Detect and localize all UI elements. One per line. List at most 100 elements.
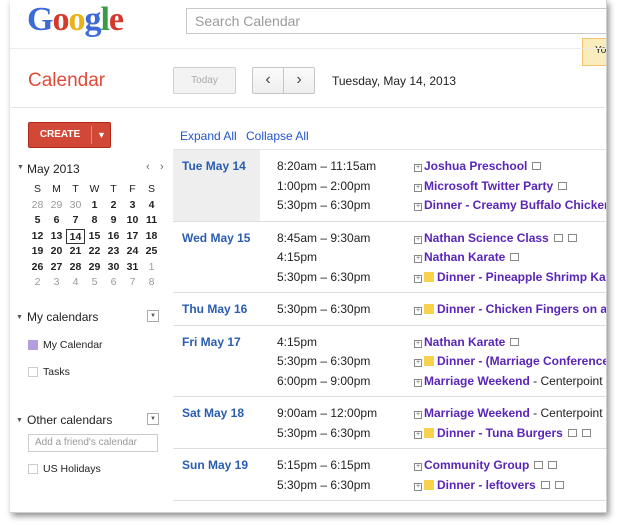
- mini-calendar-day[interactable]: 31: [123, 260, 142, 276]
- event-title[interactable]: Microsoft Twitter Party: [424, 179, 553, 193]
- expand-event-icon[interactable]: +: [414, 430, 422, 439]
- agenda-event[interactable]: 4:15pm + Nathan Karate: [173, 330, 606, 350]
- prev-period-button[interactable]: ‹: [252, 67, 284, 94]
- mini-calendar-day[interactable]: 7: [123, 275, 142, 291]
- agenda-event[interactable]: 9:00am – 12:00pm + Marriage Weekend - Cent…: [173, 401, 606, 421]
- mini-calendar-day-selected[interactable]: 14: [66, 228, 85, 244]
- mini-calendar-day[interactable]: 22: [85, 244, 104, 260]
- event-title[interactable]: Nathan Karate: [424, 250, 505, 264]
- mini-calendar-day[interactable]: 30: [66, 198, 85, 214]
- mini-calendar-day[interactable]: 9: [104, 213, 123, 229]
- mini-calendar-day[interactable]: 23: [104, 244, 123, 260]
- my-calendars-header[interactable]: ▼ My calendars ▼: [14, 310, 164, 326]
- collapse-all-link[interactable]: Collapse All: [246, 129, 309, 143]
- expand-event-icon[interactable]: +: [414, 274, 422, 283]
- event-title[interactable]: Dinner - Chicken Fingers on a: [437, 302, 606, 316]
- today-button[interactable]: Today: [173, 67, 236, 94]
- mini-calendar-day[interactable]: 10: [123, 213, 142, 229]
- mini-calendar-day[interactable]: 26: [28, 260, 47, 276]
- event-title[interactable]: Marriage Weekend: [424, 406, 530, 420]
- expand-all-link[interactable]: Expand All: [180, 129, 237, 143]
- event-title[interactable]: Joshua Preschool: [424, 159, 527, 173]
- event-title[interactable]: Marriage Weekend: [424, 374, 530, 388]
- expand-event-icon[interactable]: +: [414, 164, 422, 172]
- agenda-event[interactable]: 5:30pm – 6:30pm + Dinner - (Marriage Confe…: [173, 349, 606, 369]
- search-input[interactable]: Search Calendar: [186, 8, 606, 34]
- agenda-event[interactable]: 5:30pm – 6:30pm + Dinner - leftovers: [173, 473, 606, 493]
- other-calendars-header[interactable]: ▼ Other calendars ▼: [14, 413, 164, 429]
- mini-calendar-day[interactable]: 6: [47, 213, 66, 229]
- expand-event-icon[interactable]: +: [414, 235, 422, 244]
- mini-calendar-day[interactable]: 6: [104, 275, 123, 291]
- expand-event-icon[interactable]: +: [414, 255, 422, 263]
- mini-calendar-day[interactable]: 2: [104, 198, 123, 214]
- expand-event-icon[interactable]: +: [414, 411, 422, 419]
- agenda-event[interactable]: 5:30pm – 6:30pm + Dinner - Creamy Buffalo …: [173, 193, 606, 213]
- calendar-color-swatch[interactable]: [28, 464, 38, 474]
- expand-event-icon[interactable]: +: [414, 339, 422, 348]
- event-title[interactable]: Dinner - Pineapple Shrimp Kab: [437, 270, 606, 284]
- expand-event-icon[interactable]: +: [414, 307, 422, 315]
- mini-calendar-day[interactable]: 3: [47, 275, 66, 291]
- mini-calendar-day[interactable]: 4: [66, 275, 85, 291]
- agenda-event[interactable]: 5:15pm – 6:15pm + Community Group: [173, 453, 606, 473]
- create-dropdown-arrow-icon[interactable]: ▼: [93, 123, 110, 147]
- calendar-color-swatch[interactable]: [28, 367, 38, 377]
- event-title[interactable]: Dinner - Creamy Buffalo Chicken: [424, 198, 606, 212]
- collapse-triangle-icon[interactable]: ▼: [16, 314, 23, 321]
- mini-calendar-day[interactable]: 30: [104, 260, 123, 276]
- event-title[interactable]: Dinner - Tuna Burgers: [437, 426, 563, 440]
- add-friend-calendar-input[interactable]: Add a friend's calendar: [28, 434, 158, 452]
- expand-event-icon[interactable]: +: [414, 183, 422, 192]
- calendar-color-swatch[interactable]: [28, 340, 38, 350]
- agenda-event[interactable]: 8:20am – 11:15am + Joshua Preschool: [173, 154, 606, 174]
- expand-event-icon[interactable]: +: [414, 378, 422, 387]
- mini-calendar-day[interactable]: 12: [28, 229, 47, 245]
- google-logo[interactable]: Google: [27, 2, 124, 38]
- mini-calendar-day[interactable]: 20: [47, 244, 66, 260]
- mini-calendar-day[interactable]: 25: [142, 244, 161, 260]
- event-title[interactable]: Nathan Karate: [424, 335, 505, 349]
- mini-calendar-day[interactable]: 3: [123, 198, 142, 214]
- other-calendars-menu-icon[interactable]: ▼: [147, 413, 159, 425]
- collapse-triangle-icon[interactable]: ▼: [16, 417, 23, 424]
- notification-banner[interactable]: Yo: [582, 38, 606, 66]
- expand-event-icon[interactable]: +: [414, 359, 422, 367]
- agenda-event[interactable]: 6:00pm – 9:00pm + Marriage Weekend - Cente…: [173, 369, 606, 389]
- mini-next-month-icon[interactable]: ›: [160, 161, 164, 173]
- mini-calendar-day[interactable]: 4: [142, 198, 161, 214]
- mini-calendar-day[interactable]: 24: [123, 244, 142, 260]
- event-title[interactable]: Dinner - (Marriage Conference: [437, 354, 606, 368]
- mini-calendar-day[interactable]: 13: [47, 229, 66, 245]
- agenda-event[interactable]: 8:45am – 9:30am + Nathan Science Class: [173, 226, 606, 246]
- expand-event-icon[interactable]: +: [414, 482, 422, 491]
- mini-prev-month-icon[interactable]: ‹: [146, 161, 150, 173]
- create-button[interactable]: CREATE ▼: [28, 122, 111, 148]
- agenda-event[interactable]: 5:30pm – 6:30pm + Dinner - Pineapple Shrim…: [173, 265, 606, 285]
- event-title[interactable]: Community Group: [424, 458, 529, 472]
- mini-calendar-day[interactable]: 8: [142, 275, 161, 291]
- mini-calendar-day[interactable]: 21: [66, 244, 85, 260]
- mini-calendar-day[interactable]: 2: [28, 275, 47, 291]
- mini-calendar-day[interactable]: 1: [85, 198, 104, 214]
- mini-calendar-day[interactable]: 15: [85, 229, 104, 245]
- collapse-triangle-icon[interactable]: ▼: [17, 164, 24, 171]
- mini-calendar-day[interactable]: 28: [28, 198, 47, 214]
- agenda-event[interactable]: 4:15pm + Nathan Karate: [173, 245, 606, 265]
- agenda-event[interactable]: 5:30pm – 6:30pm + Dinner - Chicken Fingers…: [173, 297, 606, 317]
- agenda-event[interactable]: 5:30pm – 6:30pm + Dinner - Tuna Burgers: [173, 421, 606, 441]
- mini-calendar-day[interactable]: 17: [123, 229, 142, 245]
- agenda-event[interactable]: 1:00pm – 2:00pm + Microsoft Twitter Party: [173, 174, 606, 194]
- mini-calendar-day[interactable]: 19: [28, 244, 47, 260]
- mini-calendar-day[interactable]: 5: [85, 275, 104, 291]
- mini-calendar-day[interactable]: 18: [142, 229, 161, 245]
- mini-calendar-day[interactable]: 11: [142, 213, 161, 229]
- mini-calendar-day[interactable]: 7: [66, 213, 85, 229]
- my-calendars-menu-icon[interactable]: ▼: [147, 310, 159, 322]
- next-period-button[interactable]: ›: [283, 67, 315, 94]
- mini-calendar-day[interactable]: 29: [47, 198, 66, 214]
- mini-calendar-day[interactable]: 27: [47, 260, 66, 276]
- expand-event-icon[interactable]: +: [414, 203, 422, 211]
- event-title[interactable]: Dinner - leftovers: [437, 478, 536, 492]
- mini-calendar-day[interactable]: 16: [104, 229, 123, 245]
